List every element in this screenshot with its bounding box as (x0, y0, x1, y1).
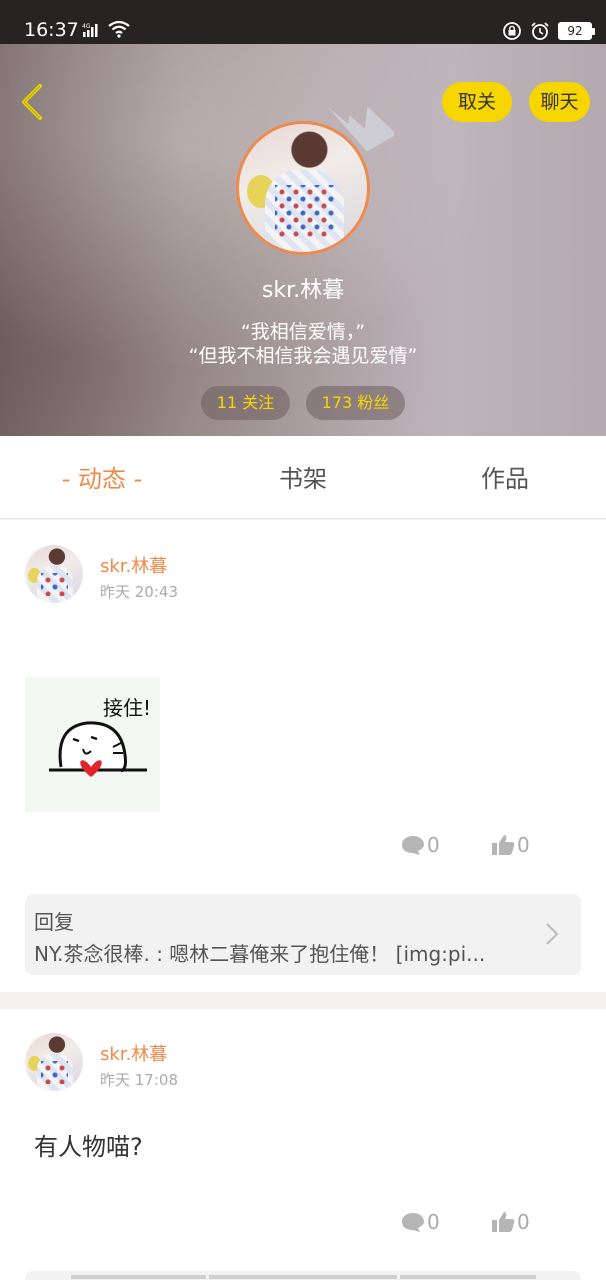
chevron-right-icon (546, 923, 559, 945)
comment-icon (402, 836, 424, 855)
reply-preview[interactable]: 回复 NY.茶念很棒. : 嗯林二暮俺来了抱住俺！ [img:pi... (25, 894, 581, 975)
thumbs-up-icon (492, 835, 515, 855)
battery-indicator: 92 (558, 22, 595, 40)
alarm-icon (531, 22, 549, 40)
status-time: 16:37 (24, 19, 79, 41)
fans-count[interactable]: 173 粉丝 (306, 386, 405, 420)
chat-button[interactable]: 聊天 (529, 82, 590, 122)
post-username[interactable]: skr.林暮 (100, 552, 167, 578)
post-text: 有人物喵? (34, 1133, 143, 1161)
back-arrow-icon[interactable] (16, 80, 48, 124)
reply-text: NY.茶念很棒. : 嗯林二暮俺来了抱住俺！ [img:pi... (34, 942, 486, 966)
feed-post: skr.林暮 昨天 20:43 接住! 0 0 回复 NY.茶念很棒. : 嗯林… (0, 520, 606, 992)
profile-tabs: - 动态 - 书架 作品 (0, 436, 606, 519)
network-type: 4G (82, 23, 91, 30)
unfollow-button[interactable]: 取关 (442, 82, 512, 122)
wifi-icon (108, 20, 130, 38)
like-count-value: 0 (517, 1210, 530, 1234)
tab-dynamic[interactable]: - 动态 - (52, 436, 152, 519)
post-avatar[interactable] (25, 1033, 83, 1091)
sticker-text: 接住! (103, 696, 151, 720)
profile-header: 取关 聊天 skr.林暮 “我相信爱情，” “但我不相信我会遇见爱情” 11 关… (0, 44, 606, 436)
like-count[interactable]: 0 (491, 833, 530, 857)
post-username[interactable]: skr.林暮 (100, 1040, 167, 1066)
bio-line-2: “但我不相信我会遇见爱情” (188, 345, 418, 367)
tab-bookshelf[interactable]: 书架 (253, 436, 353, 519)
tab-works[interactable]: 作品 (455, 436, 555, 519)
profile-avatar[interactable] (236, 121, 370, 255)
following-count[interactable]: 11 关注 (201, 386, 290, 420)
comment-count-value: 0 (427, 833, 440, 857)
lock-rotation-icon (503, 22, 521, 40)
post-time: 昨天 17:08 (100, 1071, 178, 1089)
reply-preview-partial[interactable] (25, 1271, 581, 1280)
like-count-value: 0 (517, 833, 530, 857)
comment-icon (402, 1213, 424, 1232)
post-sticker-image[interactable]: 接住! (25, 677, 160, 812)
profile-username: skr.林暮 (261, 278, 345, 303)
comment-count[interactable]: 0 (401, 1210, 440, 1234)
profile-bio: “我相信爱情，” “但我不相信我会遇见爱情” (0, 320, 606, 368)
comment-count-value: 0 (427, 1210, 440, 1234)
feed-post: skr.林暮 昨天 17:08 有人物喵? 0 0 (0, 1009, 606, 1280)
bio-line-1: “我相信爱情，” (240, 321, 366, 343)
status-bar: 16:37 4G 92 (0, 0, 606, 44)
post-avatar[interactable] (25, 545, 83, 603)
thumbs-up-icon (492, 1212, 515, 1232)
reply-title: 回复 (34, 910, 74, 934)
like-count[interactable]: 0 (491, 1210, 530, 1234)
post-time: 昨天 20:43 (100, 583, 178, 601)
signal-icon: 4G (82, 23, 98, 37)
comment-count[interactable]: 0 (401, 833, 440, 857)
